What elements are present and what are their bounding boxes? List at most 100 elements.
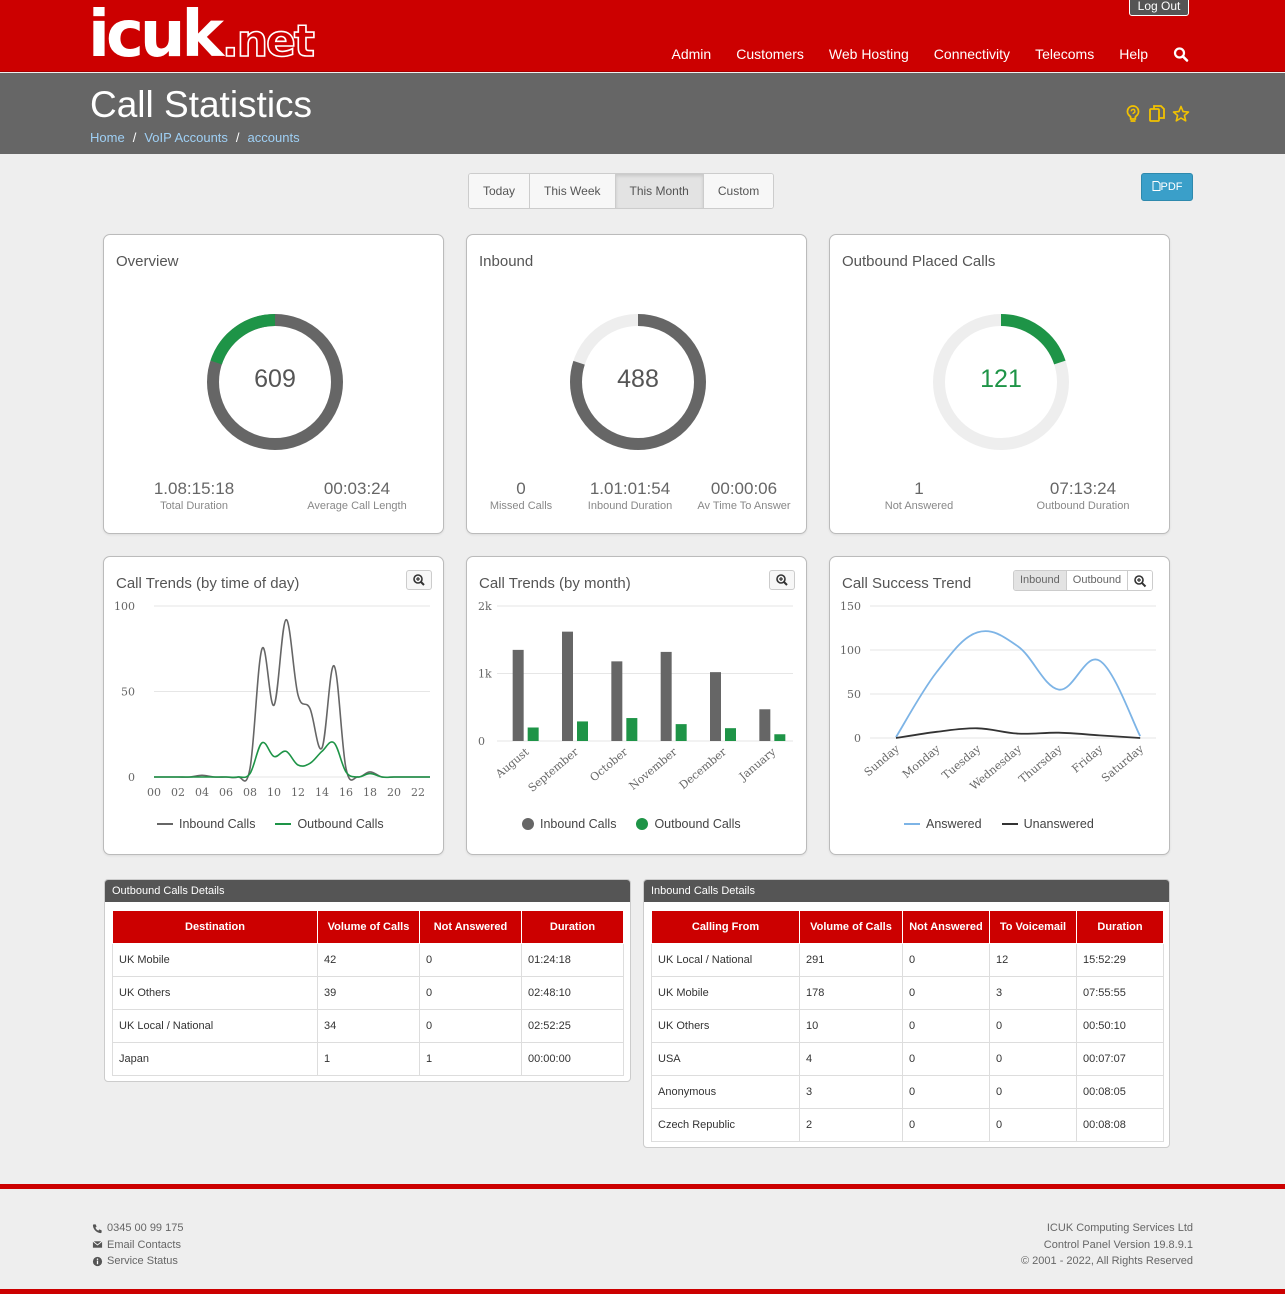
breadcrumb-accounts[interactable]: accounts	[248, 130, 300, 145]
nav-connectivity[interactable]: Connectivity	[934, 44, 1010, 64]
stat-value: 00:00:06	[710, 479, 778, 498]
breadcrumb-voip-accounts[interactable]: VoIP Accounts	[144, 130, 228, 145]
stat-value: 1.01:01:54	[589, 479, 671, 498]
range-this-month-button[interactable]: This Month	[615, 174, 704, 208]
legend-item[interactable]: Outbound Calls	[275, 817, 384, 831]
range-this-week-button[interactable]: This Week	[530, 174, 616, 208]
column-header[interactable]: Volume of Calls	[317, 910, 420, 944]
outbound-bar	[675, 724, 687, 741]
outbound-calls-table: Destination Volume of Calls Not Answered Du…	[112, 910, 624, 1076]
inbound-bar	[611, 661, 623, 741]
help-bulb-icon[interactable]	[1124, 104, 1142, 124]
x-tick-label: 16	[339, 786, 353, 799]
info-circle-icon	[92, 1256, 103, 1266]
table-cell: 15:52:29	[1076, 943, 1164, 977]
footer-email-contacts[interactable]: Email Contacts	[92, 1237, 183, 1254]
envelope-icon	[92, 1241, 103, 1248]
breadcrumb-separator: /	[235, 130, 240, 145]
inbound-bar	[759, 709, 771, 741]
x-tick-label: December	[677, 745, 730, 792]
range-today-button[interactable]: Today	[469, 174, 531, 208]
x-tick-label: Monday	[900, 742, 943, 781]
favourite-star-icon[interactable]	[1172, 104, 1190, 124]
table-row: UK Local / National 34 0 02:52:25	[112, 1009, 624, 1043]
legend-item[interactable]: Inbound Calls	[522, 817, 616, 831]
legend-item[interactable]: Answered	[904, 817, 982, 831]
nav-admin[interactable]: Admin	[672, 44, 712, 64]
logout-button[interactable]: Log Out	[1129, 0, 1189, 16]
footer-version: Control Panel Version 19.8.9.1	[1043, 1238, 1193, 1251]
page-title: Call Statistics	[90, 84, 313, 125]
inbound-bar	[512, 649, 524, 741]
call-trends-by-time-chart: 10050000 02 04 06 08 10 12 14 16 18 20 22	[114, 600, 430, 799]
column-header[interactable]: To Voicemail	[989, 910, 1077, 944]
nav-help[interactable]: Help	[1119, 44, 1148, 64]
stat-label: Av Time To Answer	[697, 500, 791, 512]
stat-value: 07:13:24	[1049, 479, 1117, 498]
footer-phone[interactable]: 0345 00 99 175	[92, 1220, 183, 1237]
inbound-missed-calls: 0 Missed Calls	[471, 479, 571, 513]
x-tick-label: 06	[219, 786, 233, 799]
column-header[interactable]: Duration	[521, 910, 624, 944]
column-header[interactable]: Not Answered	[902, 910, 990, 944]
x-tick-label: 12	[291, 786, 305, 799]
range-custom-button[interactable]: Custom	[703, 174, 774, 208]
table-cell: 01:24:18	[521, 943, 624, 977]
search-icon[interactable]	[1173, 44, 1189, 64]
table-cell: 1	[317, 1042, 420, 1076]
stat-label: Missed Calls	[489, 500, 553, 512]
legend-item[interactable]: Inbound Calls	[157, 817, 255, 831]
icuk-logo[interactable]: icuk.net	[88, 2, 316, 68]
call-success-trend-chart: 150100500SundayMondayTuesdayWednesdayThu…	[840, 600, 1156, 793]
table-cell: 00:08:05	[1076, 1075, 1164, 1109]
legend-label: Outbound Calls	[654, 817, 741, 831]
legend-swatch	[636, 818, 649, 830]
copy-icon[interactable]	[1148, 104, 1166, 124]
footer-contacts: 0345 00 99 175 Email Contacts Service St…	[92, 1220, 183, 1270]
x-tick-label: 14	[315, 786, 329, 799]
outbound-bar	[774, 734, 786, 741]
table-cell: 0	[902, 943, 990, 977]
call-success-trend-card: Call Success Trend Inbound Outbound 150 1…	[829, 556, 1170, 855]
column-header[interactable]: Calling From	[651, 910, 800, 944]
table-cell: USA	[651, 1042, 800, 1076]
column-header[interactable]: Destination	[112, 910, 318, 944]
table-cell: 0	[419, 943, 522, 977]
breadcrumb-home[interactable]: Home	[90, 130, 125, 145]
outbound-calls-line	[154, 741, 430, 779]
table-row: USA 4 0 0 00:07:07	[651, 1042, 1164, 1076]
legend-label: Unanswered	[1023, 817, 1094, 831]
outbound-calls-details-panel: Outbound Calls Details Destination Volume…	[104, 879, 631, 1082]
x-tick-label: October	[587, 745, 630, 784]
inbound-calls-details-title: Inbound Calls Details	[644, 880, 1169, 902]
inbound-duration: 1.01:01:54 Inbound Duration	[575, 479, 685, 513]
nav-telecoms[interactable]: Telecoms	[1035, 44, 1094, 64]
column-header[interactable]: Not Answered	[419, 910, 522, 944]
inbound-card: Inbound 488 0 Missed Calls 1.01:01:54 In…	[466, 234, 807, 534]
inbound-bar	[710, 672, 721, 741]
column-header[interactable]: Volume of Calls	[799, 910, 903, 944]
nav-web-hosting[interactable]: Web Hosting	[829, 44, 909, 64]
table-cell: UK Local / National	[112, 1009, 318, 1043]
pdf-export-button[interactable]: PDF	[1141, 173, 1193, 201]
inbound-calls-table: Calling From Volume of Calls Not Answered T…	[651, 910, 1164, 1142]
phone-icon	[92, 1224, 102, 1233]
legend-item[interactable]: Outbound Calls	[636, 817, 741, 831]
overview-average-call-length: 00:03:24 Average Call Length	[287, 479, 427, 513]
inbound-total: 488	[617, 365, 659, 393]
date-range-selector: Today This Week This Month Custom	[468, 173, 775, 209]
footer-service-status[interactable]: Service Status	[92, 1253, 183, 1270]
breadcrumb: Home / VoIP Accounts / accounts	[90, 130, 300, 145]
stat-value: 00:03:24	[323, 479, 391, 498]
breadcrumb-separator: /	[132, 130, 137, 145]
x-tick-label: 20	[387, 786, 401, 799]
table-cell: 4	[799, 1042, 903, 1076]
nav-customers[interactable]: Customers	[736, 44, 804, 64]
legend-item[interactable]: Unanswered	[1001, 817, 1094, 831]
column-header[interactable]: Duration	[1076, 910, 1164, 944]
table-row: UK Others 39 0 02:48:10	[112, 976, 624, 1010]
y-tick-label: 1k	[478, 668, 492, 681]
main-nav: Admin Customers Web Hosting Connectivity…	[647, 44, 1189, 64]
x-tick-label: November	[627, 745, 681, 793]
table-row: Czech Republic 2 0 0 00:08:08	[651, 1108, 1164, 1142]
